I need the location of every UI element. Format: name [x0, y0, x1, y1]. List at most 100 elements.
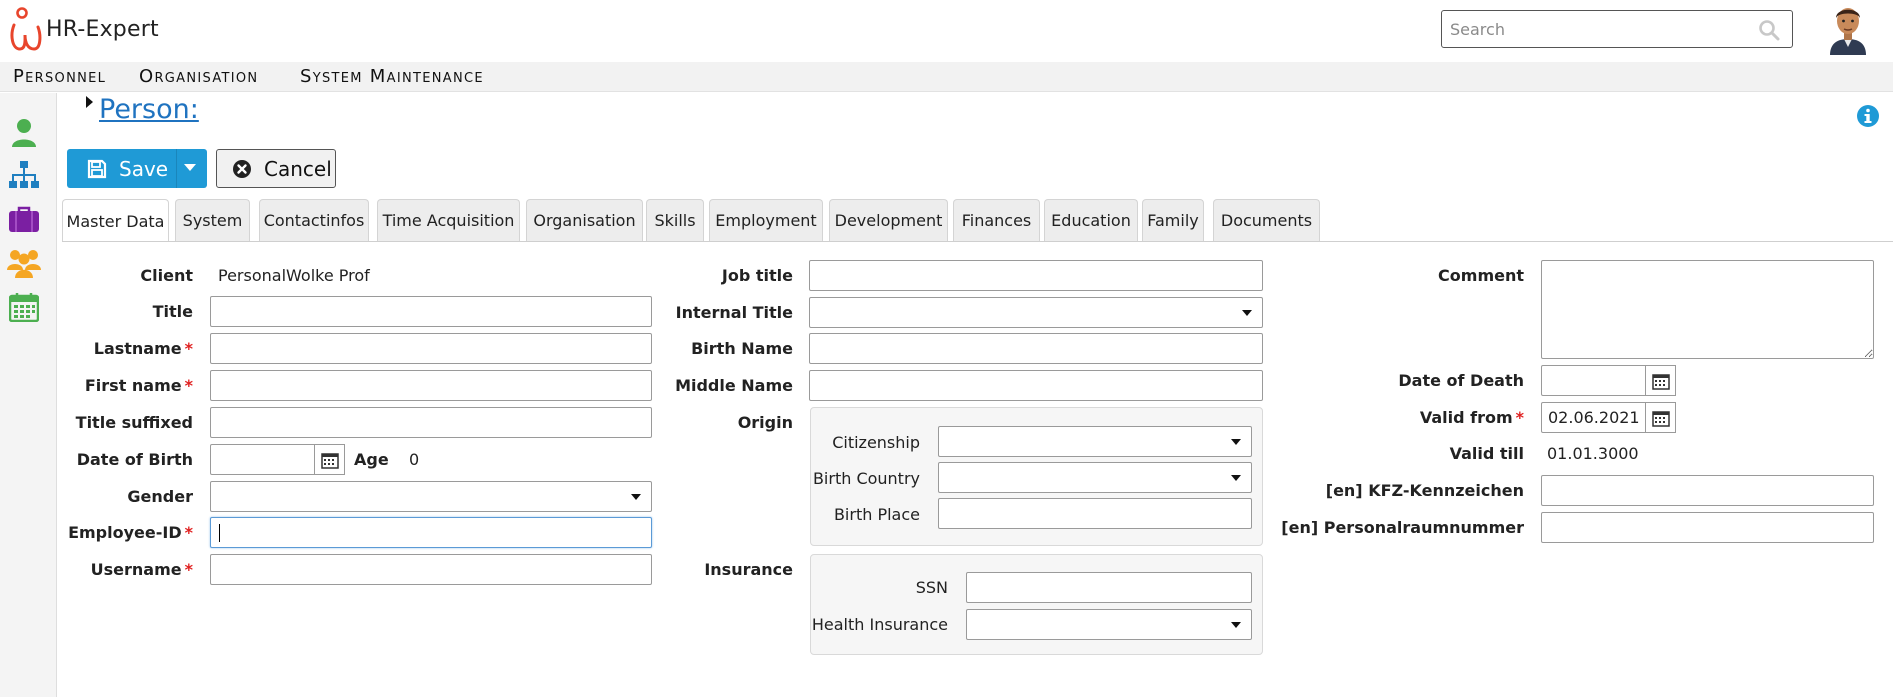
- citizenship-label: Citizenship: [832, 433, 920, 452]
- tab-master-data[interactable]: Master Data: [62, 199, 169, 242]
- birth-place-input[interactable]: [938, 498, 1252, 529]
- info-icon[interactable]: [1856, 104, 1880, 132]
- chevron-down-icon: [1242, 310, 1252, 316]
- save-button-label: Save: [119, 156, 169, 181]
- employee-id-input[interactable]: [210, 517, 652, 548]
- floppy-disk-icon: [87, 159, 107, 179]
- birth-name-input[interactable]: [809, 333, 1263, 364]
- ssn-input[interactable]: [966, 572, 1252, 603]
- employee-id-label: Employee-ID *: [68, 523, 193, 542]
- cancel-button-label: Cancel: [264, 156, 332, 181]
- search-icon[interactable]: [1758, 19, 1780, 45]
- chevron-down-icon: [631, 494, 641, 500]
- tab-contactinfos[interactable]: Contactinfos: [259, 199, 369, 241]
- app-header: HR-Expert: [0, 0, 1893, 62]
- birth-place-label: Birth Place: [833, 505, 920, 524]
- valid-from-label: Valid from *: [1419, 408, 1524, 427]
- sidebar-item-briefcase[interactable]: [6, 201, 42, 237]
- tab-organisation[interactable]: Organisation: [526, 199, 643, 241]
- tab-family[interactable]: Family: [1142, 199, 1204, 241]
- kfz-kennzeichen-label: [en] KFZ-Kennzeichen: [1325, 481, 1524, 500]
- valid-from-input[interactable]: 02.06.2021: [1541, 402, 1648, 433]
- firstname-input[interactable]: [210, 370, 652, 401]
- group-icon: [7, 250, 41, 278]
- citizenship-select[interactable]: [938, 426, 1252, 457]
- valid-till-value: 01.01.3000: [1547, 444, 1639, 463]
- sidebar-item-org-chart[interactable]: [6, 157, 42, 193]
- internal-title-label: Internal Title: [675, 303, 793, 322]
- user-avatar[interactable]: [1824, 3, 1872, 55]
- tab-finances[interactable]: Finances: [953, 199, 1040, 241]
- lastname-label: Lastname *: [93, 339, 193, 358]
- logo-icon: [10, 7, 42, 51]
- date-of-birth-input[interactable]: [210, 444, 317, 475]
- search-box[interactable]: [1441, 10, 1793, 48]
- main-menu: Personnel Organisation System Maintenanc…: [0, 62, 1893, 92]
- birth-name-label: Birth Name: [691, 339, 793, 358]
- valid-from-calendar-icon[interactable]: [1645, 402, 1676, 433]
- cancel-button[interactable]: Cancel: [216, 149, 336, 188]
- date-of-death-calendar-icon[interactable]: [1645, 365, 1676, 396]
- dob-calendar-icon[interactable]: [314, 444, 345, 475]
- sidebar-item-group[interactable]: [6, 245, 42, 281]
- username-label: Username *: [90, 560, 193, 579]
- title-label: Title: [152, 302, 193, 321]
- chevron-down-icon: [1231, 439, 1241, 445]
- menu-organisation[interactable]: Organisation: [139, 66, 258, 87]
- username-input[interactable]: [210, 554, 652, 585]
- chevron-down-icon: [1231, 622, 1241, 628]
- middle-name-label: Middle Name: [675, 376, 793, 395]
- save-button[interactable]: Save: [67, 149, 207, 188]
- save-dropdown-icon[interactable]: [184, 164, 196, 171]
- tab-time-acquisition[interactable]: Time Acquisition: [377, 199, 520, 241]
- menu-system-maintenance[interactable]: System Maintenance: [300, 66, 484, 87]
- health-insurance-label: Health Insurance: [811, 615, 948, 634]
- tab-skills[interactable]: Skills: [646, 199, 704, 241]
- breadcrumb[interactable]: Person:: [99, 94, 199, 125]
- origin-group: Citizenship Birth Country Birth Place: [810, 407, 1263, 546]
- title-suffixed-label: Title suffixed: [75, 413, 193, 432]
- app-name: HR-Expert: [46, 16, 159, 42]
- internal-title-select[interactable]: [809, 297, 1263, 328]
- job-title-input[interactable]: [809, 260, 1263, 291]
- date-of-death-input[interactable]: [1541, 365, 1648, 396]
- kfz-kennzeichen-input[interactable]: [1541, 475, 1874, 506]
- date-of-birth-label: Date of Birth: [76, 450, 193, 469]
- tab-employment[interactable]: Employment: [709, 199, 823, 241]
- lastname-input[interactable]: [210, 333, 652, 364]
- ssn-label: SSN: [915, 578, 948, 597]
- age-label: Age: [354, 450, 389, 469]
- tab-education[interactable]: Education: [1044, 199, 1138, 241]
- title-suffixed-input[interactable]: [210, 407, 652, 438]
- birth-country-select[interactable]: [938, 462, 1252, 493]
- client-label: Client: [140, 266, 193, 285]
- gender-select[interactable]: [210, 481, 652, 512]
- menu-personnel[interactable]: Personnel: [13, 66, 106, 87]
- tab-documents[interactable]: Documents: [1213, 199, 1320, 241]
- origin-label: Origin: [737, 413, 793, 432]
- chevron-down-icon: [1231, 475, 1241, 481]
- valid-till-label: Valid till: [1449, 444, 1524, 463]
- search-input[interactable]: [1448, 19, 1748, 40]
- insurance-group: SSN Health Insurance: [810, 554, 1263, 655]
- org-chart-icon: [9, 161, 39, 188]
- health-insurance-select[interactable]: [966, 609, 1252, 640]
- firstname-label: First name *: [84, 376, 193, 395]
- sidebar: [0, 93, 57, 697]
- sidebar-item-calendar[interactable]: [6, 289, 42, 325]
- briefcase-icon: [9, 206, 39, 232]
- sidebar-item-person[interactable]: [6, 114, 42, 150]
- person-icon: [12, 119, 36, 147]
- title-input[interactable]: [210, 296, 652, 327]
- birth-country-label: Birth Country: [812, 469, 920, 488]
- personalraumnummer-input[interactable]: [1541, 512, 1874, 543]
- job-title-label: Job title: [721, 266, 793, 285]
- cancel-x-circle-icon: [232, 159, 252, 179]
- tab-system[interactable]: System: [175, 199, 250, 241]
- app-logo[interactable]: HR-Expert: [8, 5, 159, 53]
- breadcrumb-expand-icon[interactable]: [86, 96, 93, 108]
- tab-development[interactable]: Development: [829, 199, 948, 241]
- middle-name-input[interactable]: [809, 370, 1263, 401]
- gender-label: Gender: [127, 487, 193, 506]
- comment-textarea[interactable]: [1541, 260, 1874, 359]
